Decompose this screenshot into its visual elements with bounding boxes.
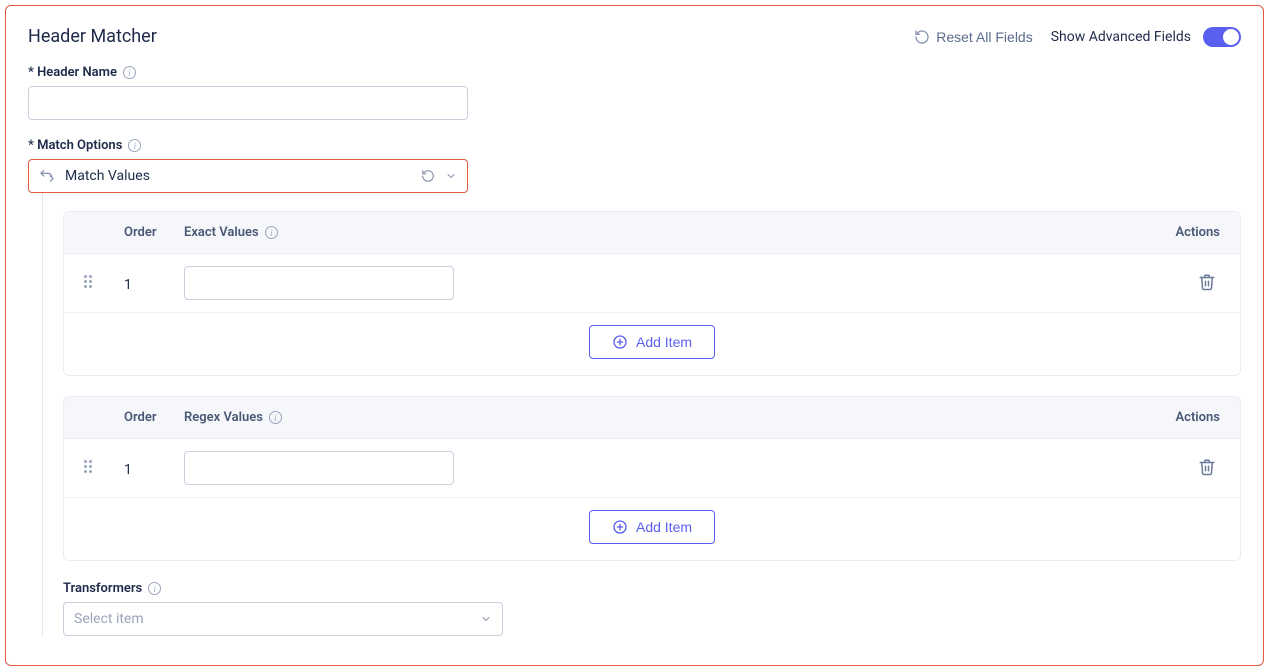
info-icon[interactable]: i <box>148 582 161 595</box>
reset-label: Reset All Fields <box>936 29 1032 45</box>
transformers-select[interactable]: Select item <box>63 602 503 636</box>
branch-icon <box>39 168 55 184</box>
exact-value-input[interactable] <box>184 266 454 300</box>
transformers-placeholder: Select item <box>74 611 144 627</box>
add-item-label: Add Item <box>636 519 692 535</box>
header-name-label: * Header Name i <box>28 65 1241 80</box>
plus-circle-icon <box>612 334 628 350</box>
info-icon[interactable]: i <box>123 66 136 79</box>
panel-title: Header Matcher <box>28 26 157 47</box>
header-name-input[interactable] <box>28 86 468 120</box>
chevron-down-icon[interactable] <box>445 170 457 182</box>
header-matcher-panel: Header Matcher Reset All Fields Show Adv… <box>5 5 1264 666</box>
order-number: 1 <box>124 277 132 293</box>
table-row: 1 <box>64 439 1240 498</box>
delete-row-button[interactable] <box>1194 454 1220 483</box>
trash-icon <box>1198 273 1216 291</box>
header-actions: Reset All Fields Show Advanced Fields <box>908 27 1241 47</box>
actions-column-header: Actions <box>1150 225 1220 240</box>
order-number: 1 <box>124 462 132 478</box>
reset-all-fields-button[interactable]: Reset All Fields <box>908 28 1038 46</box>
order-column-header: Order <box>124 410 184 425</box>
reset-icon <box>914 29 930 45</box>
reset-icon[interactable] <box>421 169 435 183</box>
match-values-selector[interactable]: Match Values <box>28 159 468 193</box>
info-icon[interactable]: i <box>265 226 278 239</box>
plus-circle-icon <box>612 519 628 535</box>
info-icon[interactable]: i <box>128 139 141 152</box>
exact-values-column-header: Exact Values i <box>184 225 1150 240</box>
panel-header: Header Matcher Reset All Fields Show Adv… <box>28 26 1241 47</box>
delete-row-button[interactable] <box>1194 269 1220 298</box>
chevron-down-icon <box>480 613 492 625</box>
header-name-field: * Header Name i <box>28 65 1241 120</box>
transformers-label: Transformers i <box>63 581 1241 596</box>
table-header-row: Order Exact Values i Actions <box>64 212 1240 254</box>
add-item-button[interactable]: Add Item <box>589 325 715 359</box>
regex-value-input[interactable] <box>184 451 454 485</box>
match-options-field: * Match Options i Match Values <box>28 138 1241 193</box>
table-header-row: Order Regex Values i Actions <box>64 397 1240 439</box>
match-options-label: * Match Options i <box>28 138 1241 153</box>
regex-values-column-header: Regex Values i <box>184 410 1150 425</box>
advanced-fields-label: Show Advanced Fields <box>1051 29 1191 45</box>
add-item-button[interactable]: Add Item <box>589 510 715 544</box>
drag-handle-icon[interactable] <box>84 275 100 291</box>
order-column-header: Order <box>124 225 184 240</box>
transformers-field: Transformers i Select item <box>63 581 1241 636</box>
regex-values-table: Order Regex Values i Actions 1 <box>63 396 1241 561</box>
trash-icon <box>1198 458 1216 476</box>
match-values-nested: Order Exact Values i Actions 1 <box>42 193 1241 636</box>
advanced-fields-toggle[interactable] <box>1203 27 1241 47</box>
exact-values-table: Order Exact Values i Actions 1 <box>63 211 1241 376</box>
actions-column-header: Actions <box>1150 410 1220 425</box>
add-item-label: Add Item <box>636 334 692 350</box>
info-icon[interactable]: i <box>269 411 282 424</box>
match-values-label: Match Values <box>65 168 150 184</box>
table-row: 1 <box>64 254 1240 313</box>
drag-handle-icon[interactable] <box>84 460 100 476</box>
